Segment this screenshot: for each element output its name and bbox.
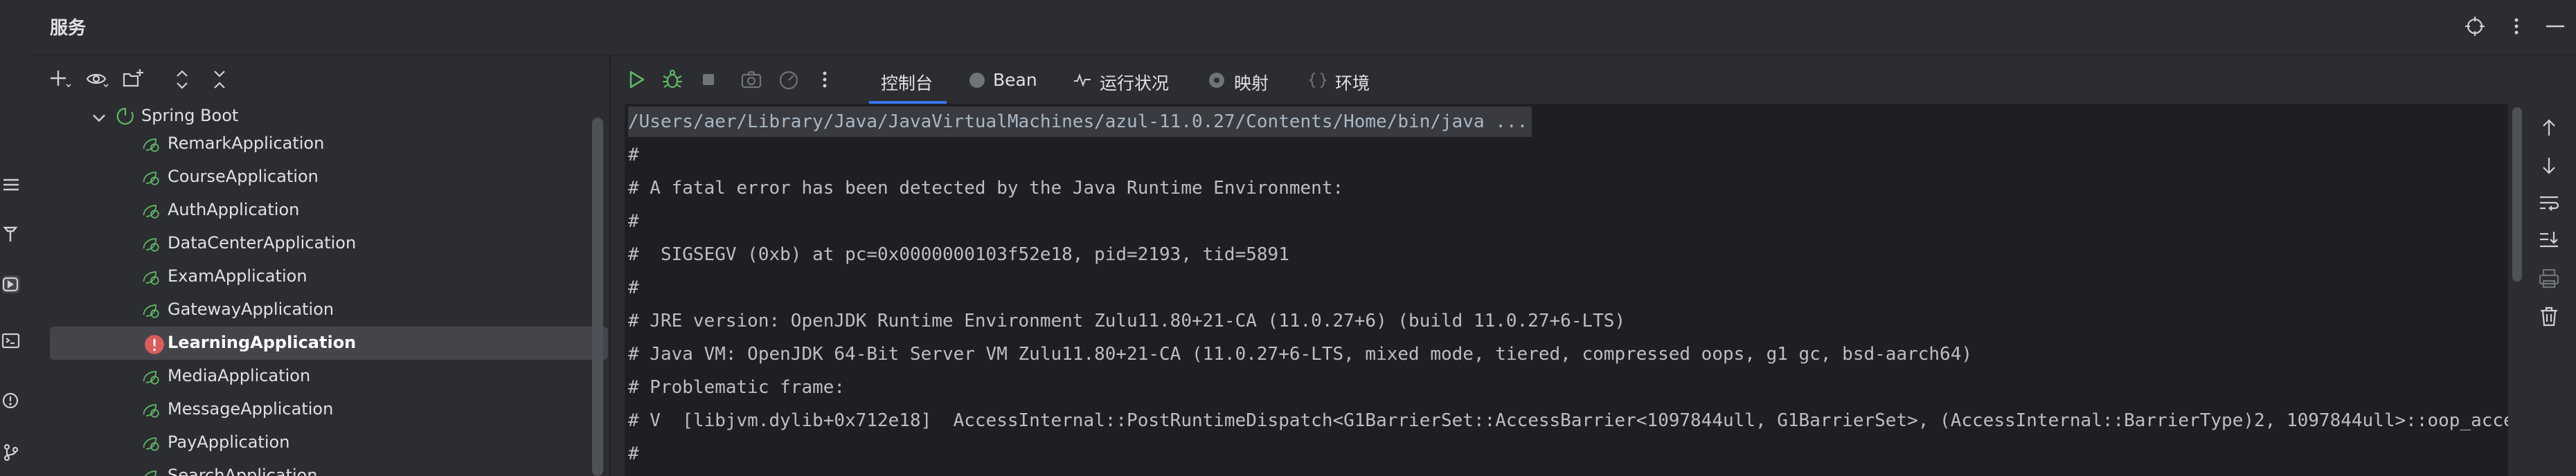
locate-crosshair-icon[interactable] bbox=[2464, 15, 2486, 37]
print-icon[interactable] bbox=[2537, 267, 2561, 291]
console-line: # SIGSEGV (0xb) at pc=0x0000000103f52e18… bbox=[628, 244, 1289, 265]
health-icon bbox=[1074, 73, 1091, 87]
run-toolbar: 控制台 Bean 运行状况 映射 环境 bbox=[611, 55, 2576, 104]
tree-item-course[interactable]: CourseApplication bbox=[50, 161, 608, 194]
more-actions-icon[interactable] bbox=[813, 68, 837, 91]
console-command-line[interactable]: /Users/aer/Library/Java/JavaVirtualMachi… bbox=[628, 107, 1532, 137]
add-service-icon[interactable] bbox=[48, 68, 72, 91]
view-options-eye-icon[interactable] bbox=[86, 68, 109, 91]
services-panel-header: 服务 bbox=[35, 0, 2576, 55]
panel-title: 服务 bbox=[50, 18, 87, 39]
tree-item-message[interactable]: MessageApplication bbox=[50, 393, 608, 426]
tree-item-learning[interactable]: LearningApplication bbox=[50, 327, 608, 360]
tree-item-label: MessageApplication bbox=[168, 399, 334, 419]
tab-label: 环境 bbox=[1335, 73, 1370, 93]
spring-app-icon bbox=[143, 437, 159, 451]
spring-app-icon bbox=[143, 238, 159, 252]
spring-app-icon bbox=[143, 304, 159, 318]
build-hammer-icon[interactable] bbox=[2, 224, 20, 242]
tree-item-label: ExamApplication bbox=[168, 266, 307, 286]
spring-app-icon bbox=[143, 205, 159, 219]
environment-icon bbox=[1309, 73, 1327, 88]
soft-wrap-icon[interactable] bbox=[2537, 191, 2561, 214]
tree-item-label: RemarkApplication bbox=[168, 134, 325, 153]
minimize-icon[interactable] bbox=[2544, 15, 2566, 37]
tree-item-label: MediaApplication bbox=[168, 366, 311, 385]
tree-item-auth[interactable]: AuthApplication bbox=[50, 194, 608, 227]
tree-item-search[interactable]: SearchApplication bbox=[50, 459, 608, 476]
new-group-icon[interactable] bbox=[122, 68, 145, 91]
scroll-to-end-icon[interactable] bbox=[2537, 228, 2561, 252]
console-line: # bbox=[628, 145, 639, 165]
tree-item-label: DataCenterApplication bbox=[168, 233, 357, 253]
clear-all-trash-icon[interactable] bbox=[2537, 304, 2561, 328]
console-line: # Problematic frame: bbox=[628, 377, 846, 398]
tree-item-label: GatewayApplication bbox=[168, 300, 334, 319]
run-icon[interactable] bbox=[625, 68, 648, 91]
tree-item-label: LearningApplication bbox=[168, 333, 357, 352]
collapse-all-icon[interactable] bbox=[208, 68, 231, 91]
tree-item-label: PayApplication bbox=[168, 432, 290, 452]
expand-all-icon[interactable] bbox=[170, 68, 194, 91]
services-icon[interactable] bbox=[2, 275, 20, 293]
bean-icon bbox=[969, 73, 985, 88]
services-tree: Spring Boot RemarkApplication CourseAppl… bbox=[35, 104, 609, 476]
tree-scrollbar[interactable] bbox=[592, 118, 603, 476]
tree-item-pay[interactable]: PayApplication bbox=[50, 426, 608, 459]
chevron-down-icon[interactable] bbox=[89, 108, 109, 129]
console-line: # bbox=[628, 211, 639, 232]
tab-label: Bean bbox=[993, 70, 1037, 90]
panel-divider[interactable] bbox=[609, 55, 611, 476]
spring-boot-icon bbox=[116, 107, 134, 125]
spring-app-icon bbox=[143, 172, 159, 185]
scroll-up-arrow-icon[interactable] bbox=[2537, 116, 2561, 140]
tree-item-label: CourseApplication bbox=[168, 167, 319, 186]
tree-item-exam[interactable]: ExamApplication bbox=[50, 260, 608, 293]
console-line: # bbox=[628, 277, 639, 298]
tab-label: 控制台 bbox=[881, 73, 933, 93]
mapping-icon bbox=[1209, 73, 1224, 88]
tree-group-label: Spring Boot bbox=[141, 106, 239, 125]
error-icon bbox=[145, 335, 164, 354]
stop-icon[interactable] bbox=[697, 68, 720, 91]
spring-app-icon bbox=[144, 470, 157, 476]
tab-label: 映射 bbox=[1234, 73, 1269, 93]
profiler-gauge-icon[interactable] bbox=[777, 68, 800, 91]
tab-label: 运行状况 bbox=[1100, 73, 1170, 93]
console-output[interactable]: /Users/aer/Library/Java/JavaVirtualMachi… bbox=[625, 104, 2508, 476]
tree-item-label: SearchApplication bbox=[168, 466, 318, 476]
tree-item-remark[interactable]: RemarkApplication bbox=[50, 127, 608, 161]
structure-icon[interactable] bbox=[2, 176, 20, 194]
terminal-icon[interactable] bbox=[2, 332, 20, 350]
console-line: # Java VM: OpenJDK 64-Bit Server VM Zulu… bbox=[628, 344, 1973, 365]
console-line: # V [libjvm.dylib+0x712e18] AccessIntern… bbox=[628, 410, 2508, 431]
problems-icon[interactable] bbox=[2, 392, 20, 410]
spring-app-icon bbox=[143, 404, 159, 418]
console-line: # A fatal error has been detected by the… bbox=[628, 178, 1344, 199]
tree-item-label: AuthApplication bbox=[168, 200, 300, 219]
services-tree-toolbar bbox=[35, 55, 609, 104]
left-tool-strip bbox=[0, 0, 35, 476]
more-options-icon[interactable] bbox=[2505, 15, 2528, 37]
tree-item-datacenter[interactable]: DataCenterApplication bbox=[50, 227, 608, 260]
spring-app-icon bbox=[143, 371, 159, 385]
console-side-toolbar bbox=[2528, 104, 2576, 476]
tree-item-gateway[interactable]: GatewayApplication bbox=[50, 293, 608, 327]
console-line: # JRE version: OpenJDK Runtime Environme… bbox=[628, 311, 1626, 331]
scroll-down-arrow-icon[interactable] bbox=[2537, 154, 2561, 177]
console-line: # bbox=[628, 443, 639, 464]
snapshot-camera-icon[interactable] bbox=[740, 68, 763, 91]
debug-icon[interactable] bbox=[661, 68, 684, 91]
spring-app-icon bbox=[143, 271, 159, 285]
git-icon[interactable] bbox=[2, 443, 20, 461]
tree-item-media[interactable]: MediaApplication bbox=[50, 360, 608, 393]
console-scrollbar[interactable] bbox=[2512, 107, 2522, 282]
spring-app-icon bbox=[143, 138, 159, 152]
